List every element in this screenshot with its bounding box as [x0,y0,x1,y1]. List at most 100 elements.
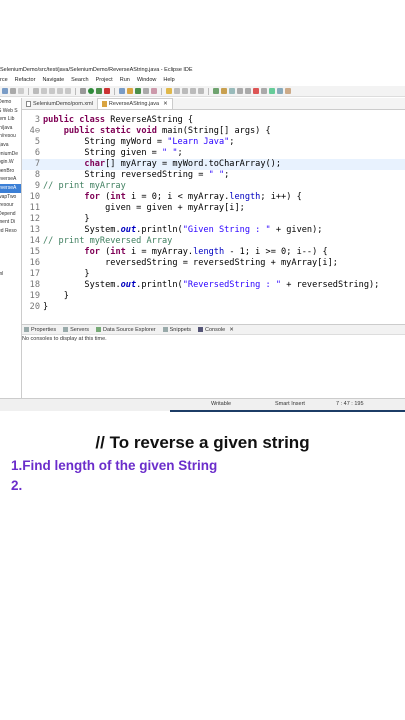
code-line: 17 } [29,269,90,279]
search-icon[interactable] [151,88,157,94]
tree-item[interactable] [0,244,21,253]
toggle-icon[interactable] [237,88,243,94]
tree-item[interactable]: Demo [0,98,21,107]
tab-label: SeleniumDemo/pom.xml [33,101,93,107]
tab-data-source-explorer[interactable]: Data Source Explorer [96,327,156,333]
window-title: SeleniumDemo/src/test/java/SeleniumDemo/… [0,67,193,73]
java-perspective-icon[interactable] [269,88,275,94]
run-icon[interactable] [88,88,94,94]
tree-item[interactable]: Depend [0,210,21,219]
tree-item[interactable]: penBro [0,167,21,176]
caption-step-1: 1.Find length of the given String [11,458,218,473]
console-icon [198,327,204,332]
tab-console[interactable]: Console ✕ [198,327,234,333]
menu-navigate[interactable]: Navigate [42,77,64,83]
tree-item[interactable]: in/resou [0,132,21,141]
tree-item[interactable]: ed Reso [0,227,21,236]
tab-pom[interactable]: SeleniumDemo/pom.xml [22,99,97,109]
tree-item[interactable]: S Web S [0,107,21,116]
menu-window[interactable]: Window [137,77,157,83]
code-line: 16 reversedString = reversedString + myA… [29,258,338,268]
code-line: 5 String myWord = "Learn Java"; [34,137,235,147]
tree-item[interactable]: /java [0,141,21,150]
debug-perspective-icon[interactable] [277,88,283,94]
menu-search[interactable]: Search [71,77,88,83]
debug-icon[interactable] [80,88,86,94]
pkg-explorer-icon[interactable] [221,88,227,94]
code-line: 10 for (int i = 0; i < myArray.length; i… [29,192,302,202]
skip-icon[interactable] [41,88,47,94]
java-file-icon [101,101,107,107]
external-tools-icon[interactable] [104,88,110,94]
save-icon[interactable] [10,88,16,94]
bottom-panel-tabs: Properties Servers Data Source Explorer … [22,324,405,335]
tree-item[interactable]: everseA [0,175,21,184]
code-line: 6 String given = " "; [34,148,183,158]
tab-servers[interactable]: Servers [63,327,89,333]
tree-item[interactable] [0,253,21,262]
new-package-icon[interactable] [127,88,133,94]
properties-icon [24,327,29,332]
console-message: No consoles to display at this time. [22,336,107,342]
menu-help[interactable]: Help [163,77,174,83]
close-icon[interactable]: ✕ [163,99,168,109]
code-line: 15 for (int i = myArray.length - 1; i >=… [29,247,328,257]
open-type-icon[interactable] [143,88,149,94]
new-icon[interactable] [2,88,8,94]
menu-project[interactable]: Project [96,77,113,83]
forward-icon[interactable] [198,88,204,94]
terminate-icon[interactable] [65,88,71,94]
tree-item-selected[interactable]: everseA [0,183,21,193]
error-icon[interactable] [253,88,259,94]
code-line: 14// print myReversed Array [29,236,173,246]
tree-item[interactable]: /resour [0,201,21,210]
code-line: 3 public class ReverseAString { [34,115,194,125]
back-icon[interactable] [190,88,196,94]
eclipse-window: SeleniumDemo/src/test/java/SeleniumDemo/… [0,0,405,412]
status-cursor-position: 7 : 47 : 195 [336,401,364,407]
tab-label: ReverseAString.java [108,101,160,107]
close-icon[interactable]: ✕ [229,327,234,333]
tree-item[interactable]: tem Lib [0,115,21,124]
outline-icon[interactable] [229,88,235,94]
menu-source[interactable]: rce [0,77,8,83]
tree-item[interactable]: eniumDe [0,150,21,159]
menu-bar: rce Refactor Navigate Search Project Run Windo… [0,76,405,85]
new-class-icon[interactable] [135,88,141,94]
pin-icon[interactable] [213,88,219,94]
annotation-icon[interactable] [166,88,172,94]
code-line: 4⊖ public static void main(String[] args… [29,126,271,136]
new-java-project-icon[interactable] [119,88,125,94]
tree-item[interactable]: in/java [0,124,21,133]
menu-refactor[interactable]: Refactor [15,77,36,83]
tree-item[interactable] [0,261,21,270]
snippets-icon [162,327,168,332]
tab-snippets[interactable]: Snippets [162,327,191,333]
code-line: 19 } [29,291,69,301]
code-line-current: 7 char[] myArray = myWord.toCharArray(); [22,159,405,170]
resume-icon[interactable] [49,88,55,94]
coverage-icon[interactable] [96,88,102,94]
code-line: 12 } [29,214,90,224]
code-line: 18 System.out.println("ReversedString : … [29,280,380,290]
perspective-icon[interactable] [261,88,267,94]
menu-run[interactable]: Run [120,77,130,83]
tree-item[interactable]: ment Di [0,218,21,227]
tab-properties[interactable]: Properties [24,327,56,333]
status-insert-mode: Smart Insert [275,401,305,407]
tree-item[interactable] [0,236,21,245]
mark-icon[interactable] [245,88,251,94]
code-editor[interactable]: 3 public class ReverseAString { 4⊖ public… [22,110,405,318]
git-perspective-icon[interactable] [285,88,291,94]
suspend-icon[interactable] [57,88,63,94]
tree-item[interactable]: wapTwo [0,193,21,202]
toolbar [0,86,405,97]
prev-edit-icon[interactable] [174,88,180,94]
tree-item[interactable]: ml [0,270,21,279]
tab-reverse-a-string[interactable]: ReverseAString.java ✕ [96,98,173,109]
print-icon[interactable] [33,88,39,94]
save-all-icon[interactable] [18,88,24,94]
next-edit-icon[interactable] [182,88,188,94]
tree-item[interactable]: ogin.W [0,158,21,167]
servers-icon [63,327,69,332]
